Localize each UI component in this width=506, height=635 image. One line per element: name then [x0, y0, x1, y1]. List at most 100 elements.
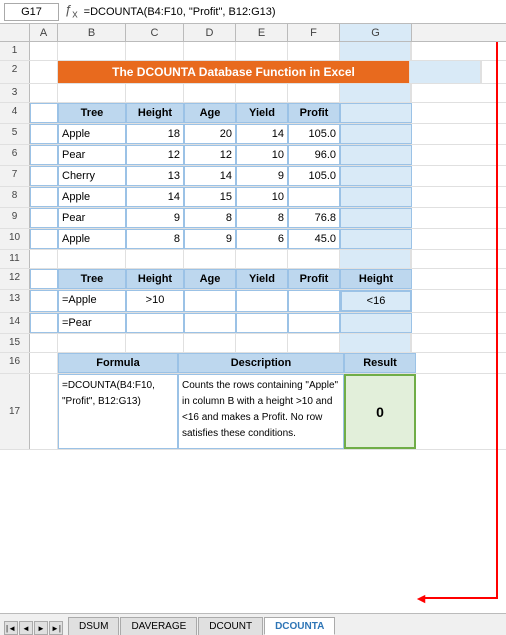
- criteria-b13[interactable]: =Apple: [58, 290, 126, 312]
- col-header-f[interactable]: F: [288, 24, 340, 41]
- row-1: 1: [0, 42, 506, 61]
- col-header-e[interactable]: E: [236, 24, 288, 41]
- criteria-height2-header[interactable]: Height: [340, 269, 412, 289]
- cell-d4[interactable]: Age: [184, 103, 236, 123]
- col-header-g[interactable]: G: [340, 24, 412, 41]
- cell-f3[interactable]: [288, 84, 340, 102]
- col-header-d[interactable]: D: [184, 24, 236, 41]
- cell-g7[interactable]: [340, 166, 412, 186]
- cell-f7[interactable]: 105.0: [288, 166, 340, 186]
- cell-c1[interactable]: [126, 42, 184, 60]
- criteria-b14[interactable]: =Pear: [58, 313, 126, 333]
- cell-b10[interactable]: Apple: [58, 229, 126, 249]
- cell-c5[interactable]: 18: [126, 124, 184, 144]
- cell-d7[interactable]: 14: [184, 166, 236, 186]
- cell-g10[interactable]: [340, 229, 412, 249]
- cell-g5[interactable]: [340, 124, 412, 144]
- criteria-age-header[interactable]: Age: [184, 269, 236, 289]
- red-line-horizontal: [423, 597, 498, 599]
- cell-c9[interactable]: 9: [126, 208, 184, 228]
- cell-e10[interactable]: 6: [236, 229, 288, 249]
- row-11: 11: [0, 250, 506, 269]
- criteria-c13[interactable]: >10: [126, 290, 184, 312]
- cell-e7[interactable]: 9: [236, 166, 288, 186]
- criteria-d14[interactable]: [184, 313, 236, 333]
- cell-a4[interactable]: [30, 103, 58, 123]
- cell-b3[interactable]: [58, 84, 126, 102]
- cell-c3[interactable]: [126, 84, 184, 102]
- criteria-d13[interactable]: [184, 290, 236, 312]
- cell-c10[interactable]: 8: [126, 229, 184, 249]
- cell-d3[interactable]: [184, 84, 236, 102]
- cell-d5[interactable]: 20: [184, 124, 236, 144]
- cell-b9[interactable]: Pear: [58, 208, 126, 228]
- cell-g4[interactable]: [340, 103, 412, 123]
- cell-e3[interactable]: [236, 84, 288, 102]
- criteria-profit-header[interactable]: Profit: [288, 269, 340, 289]
- cell-f9[interactable]: 76.8: [288, 208, 340, 228]
- cell-a3[interactable]: [30, 84, 58, 102]
- tab-dcount[interactable]: DCOUNT: [198, 617, 263, 635]
- criteria-g14[interactable]: [340, 313, 412, 333]
- cell-e8[interactable]: 10: [236, 187, 288, 207]
- cell-e5[interactable]: 14: [236, 124, 288, 144]
- cell-f5[interactable]: 105.0: [288, 124, 340, 144]
- col-header-a[interactable]: A: [30, 24, 58, 41]
- tab-nav-prev[interactable]: ◄: [19, 621, 33, 635]
- criteria-tree-header[interactable]: Tree: [58, 269, 126, 289]
- col-header-c[interactable]: C: [126, 24, 184, 41]
- cell-b7[interactable]: Cherry: [58, 166, 126, 186]
- formula-header: Formula: [58, 353, 178, 373]
- cell-g1[interactable]: [340, 42, 412, 60]
- tab-nav-next[interactable]: ►: [34, 621, 48, 635]
- criteria-e14[interactable]: [236, 313, 288, 333]
- cell-c6[interactable]: 12: [126, 145, 184, 165]
- criteria-c14[interactable]: [126, 313, 184, 333]
- cell-f8[interactable]: [288, 187, 340, 207]
- cell-d1[interactable]: [184, 42, 236, 60]
- cell-c8[interactable]: 14: [126, 187, 184, 207]
- cell-f4[interactable]: Profit: [288, 103, 340, 123]
- cell-f10[interactable]: 45.0: [288, 229, 340, 249]
- cell-g3[interactable]: [340, 84, 412, 102]
- criteria-f14[interactable]: [288, 313, 340, 333]
- cell-b1[interactable]: [58, 42, 126, 60]
- cell-b8[interactable]: Apple: [58, 187, 126, 207]
- formula-value-cell[interactable]: =DCOUNTA(B4:F10, "Profit", B12:G13): [58, 374, 178, 449]
- cell-g6[interactable]: [340, 145, 412, 165]
- tab-dsum[interactable]: DSUM: [68, 617, 119, 635]
- row-7: 7 Cherry 13 14 9 105.0: [0, 166, 506, 187]
- col-header-b[interactable]: B: [58, 24, 126, 41]
- cell-g8[interactable]: [340, 187, 412, 207]
- cell-e9[interactable]: 8: [236, 208, 288, 228]
- tab-dcounta[interactable]: DCOUNTA: [264, 617, 335, 635]
- tab-nav-last[interactable]: ►|: [49, 621, 63, 635]
- cell-f1[interactable]: [288, 42, 340, 60]
- cell-reference[interactable]: G17: [4, 3, 59, 21]
- criteria-yield-header[interactable]: Yield: [236, 269, 288, 289]
- cell-d10[interactable]: 9: [184, 229, 236, 249]
- cell-a1[interactable]: [30, 42, 58, 60]
- cell-a2[interactable]: [30, 61, 58, 83]
- criteria-e13[interactable]: [236, 290, 288, 312]
- cell-g9[interactable]: [340, 208, 412, 228]
- cell-d9[interactable]: 8: [184, 208, 236, 228]
- cell-f6[interactable]: 96.0: [288, 145, 340, 165]
- cell-b6[interactable]: Pear: [58, 145, 126, 165]
- cell-e4[interactable]: Yield: [236, 103, 288, 123]
- criteria-f13[interactable]: [288, 290, 340, 312]
- cell-g2[interactable]: [410, 61, 482, 83]
- tab-nav-first[interactable]: |◄: [4, 621, 18, 635]
- criteria-g13[interactable]: <16: [340, 290, 412, 312]
- cell-b5[interactable]: Apple: [58, 124, 126, 144]
- cell-e1[interactable]: [236, 42, 288, 60]
- cell-d8[interactable]: 15: [184, 187, 236, 207]
- tab-daverage[interactable]: DAVERAGE: [120, 617, 197, 635]
- cell-b4[interactable]: Tree: [58, 103, 126, 123]
- cell-d6[interactable]: 12: [184, 145, 236, 165]
- cell-c7[interactable]: 13: [126, 166, 184, 186]
- row-10: 10 Apple 8 9 6 45.0: [0, 229, 506, 250]
- cell-e6[interactable]: 10: [236, 145, 288, 165]
- criteria-height-header[interactable]: Height: [126, 269, 184, 289]
- cell-c4[interactable]: Height: [126, 103, 184, 123]
